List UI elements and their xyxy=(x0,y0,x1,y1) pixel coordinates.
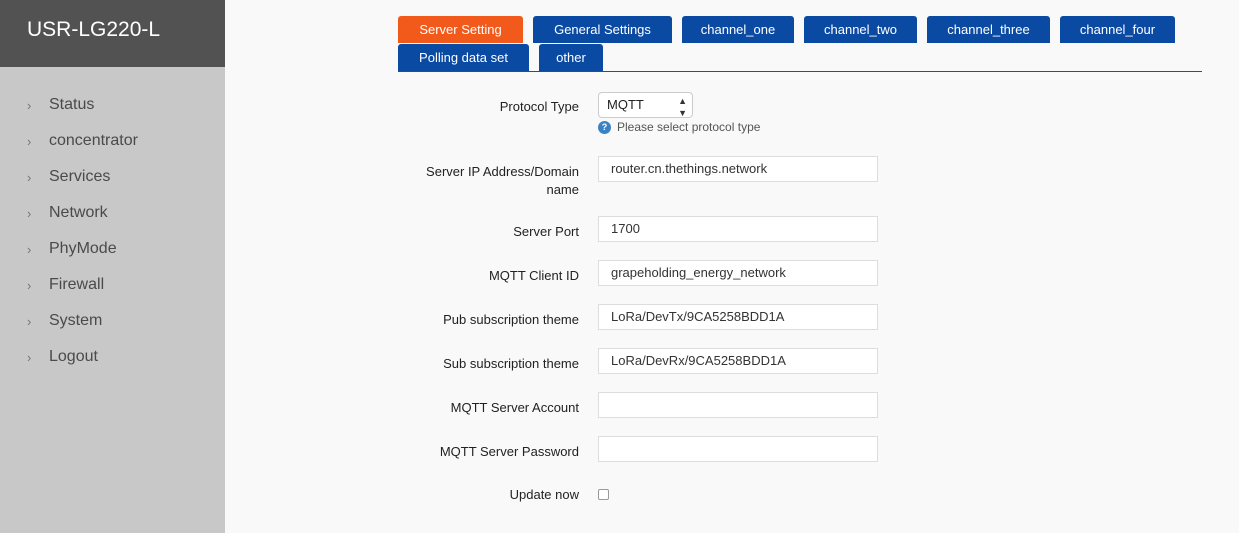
sidebar-nav: › Status › concentrator › Services › Network… xyxy=(0,87,225,375)
sidebar-item-label: Logout xyxy=(49,348,98,365)
protocol-type-value: MQTT xyxy=(607,97,644,112)
sidebar-item-services[interactable]: › Services xyxy=(0,159,225,195)
select-arrows-icon: ▲ ▼ xyxy=(678,96,687,118)
sidebar-item-system[interactable]: › System xyxy=(0,303,225,339)
sidebar-item-label: concentrator xyxy=(49,132,138,149)
tab-channel-one[interactable]: channel_one xyxy=(682,16,794,43)
sidebar-item-phymode[interactable]: › PhyMode xyxy=(0,231,225,267)
chevron-right-icon: › xyxy=(27,313,32,329)
tab-channel-two[interactable]: channel_two xyxy=(804,16,917,43)
protocol-type-hint: ? Please select protocol type xyxy=(598,120,760,134)
tab-channel-three[interactable]: channel_three xyxy=(927,16,1050,43)
sidebar-item-label: Firewall xyxy=(49,276,105,293)
tab-other[interactable]: other xyxy=(539,44,603,71)
server-ip-label: Server IP Address/Domain name xyxy=(398,163,579,199)
chevron-right-icon: › xyxy=(27,277,32,293)
update-now-checkbox[interactable] xyxy=(598,489,609,500)
tab-polling-data-set[interactable]: Polling data set xyxy=(398,44,529,71)
main-content: Server Setting General Settings channel_… xyxy=(225,0,1239,533)
account-label: MQTT Server Account xyxy=(450,400,579,415)
sidebar-item-logout[interactable]: › Logout xyxy=(0,339,225,375)
tab-server-setting[interactable]: Server Setting xyxy=(398,16,523,43)
server-ip-label-line1: Server IP Address/Domain xyxy=(426,164,579,179)
server-port-label: Server Port xyxy=(513,224,579,239)
sidebar-item-label: System xyxy=(49,312,103,329)
protocol-type-select[interactable]: MQTT ▲ ▼ xyxy=(598,92,693,118)
tab-general-settings[interactable]: General Settings xyxy=(533,16,672,43)
chevron-right-icon: › xyxy=(27,349,32,365)
app-title: USR-LG220-L xyxy=(0,0,225,67)
tab-bar: Server Setting General Settings channel_… xyxy=(398,16,1202,72)
sidebar-item-label: PhyMode xyxy=(49,240,117,257)
chevron-right-icon: › xyxy=(27,241,32,257)
help-icon: ? xyxy=(598,120,611,134)
sub-theme-input[interactable]: LoRa/DevRx/9CA5258BDD1A xyxy=(598,348,878,374)
sidebar-item-concentrator[interactable]: › concentrator xyxy=(0,123,225,159)
chevron-right-icon: › xyxy=(27,133,32,149)
sidebar-item-label: Status xyxy=(49,96,95,113)
chevron-right-icon: › xyxy=(27,169,32,185)
sidebar-item-status[interactable]: › Status xyxy=(0,87,225,123)
password-input[interactable] xyxy=(598,436,878,462)
chevron-right-icon: › xyxy=(27,97,32,113)
sidebar-item-label: Network xyxy=(49,204,108,221)
server-port-input[interactable]: 1700 xyxy=(598,216,878,242)
server-ip-label-line2: name xyxy=(546,182,579,197)
server-ip-input[interactable]: router.cn.thethings.network xyxy=(598,156,878,182)
client-id-input[interactable]: grapeholding_energy_network xyxy=(598,260,878,286)
pub-theme-input[interactable]: LoRa/DevTx/9CA5258BDD1A xyxy=(598,304,878,330)
sub-theme-label: Sub subscription theme xyxy=(443,356,579,371)
chevron-right-icon: › xyxy=(27,205,32,221)
account-input[interactable] xyxy=(598,392,878,418)
pub-theme-label: Pub subscription theme xyxy=(443,312,579,327)
sidebar: USR-LG220-L › Status › concentrator › Servi… xyxy=(0,0,225,533)
sidebar-item-label: Services xyxy=(49,168,111,185)
sidebar-item-firewall[interactable]: › Firewall xyxy=(0,267,225,303)
update-now-label: Update now xyxy=(509,487,579,502)
sidebar-item-network[interactable]: › Network xyxy=(0,195,225,231)
protocol-type-label: Protocol Type xyxy=(499,99,579,114)
client-id-label: MQTT Client ID xyxy=(488,268,579,283)
password-label: MQTT Server Password xyxy=(439,444,579,459)
tab-channel-four[interactable]: channel_four xyxy=(1060,16,1175,43)
protocol-type-hint-text: Please select protocol type xyxy=(617,120,761,134)
